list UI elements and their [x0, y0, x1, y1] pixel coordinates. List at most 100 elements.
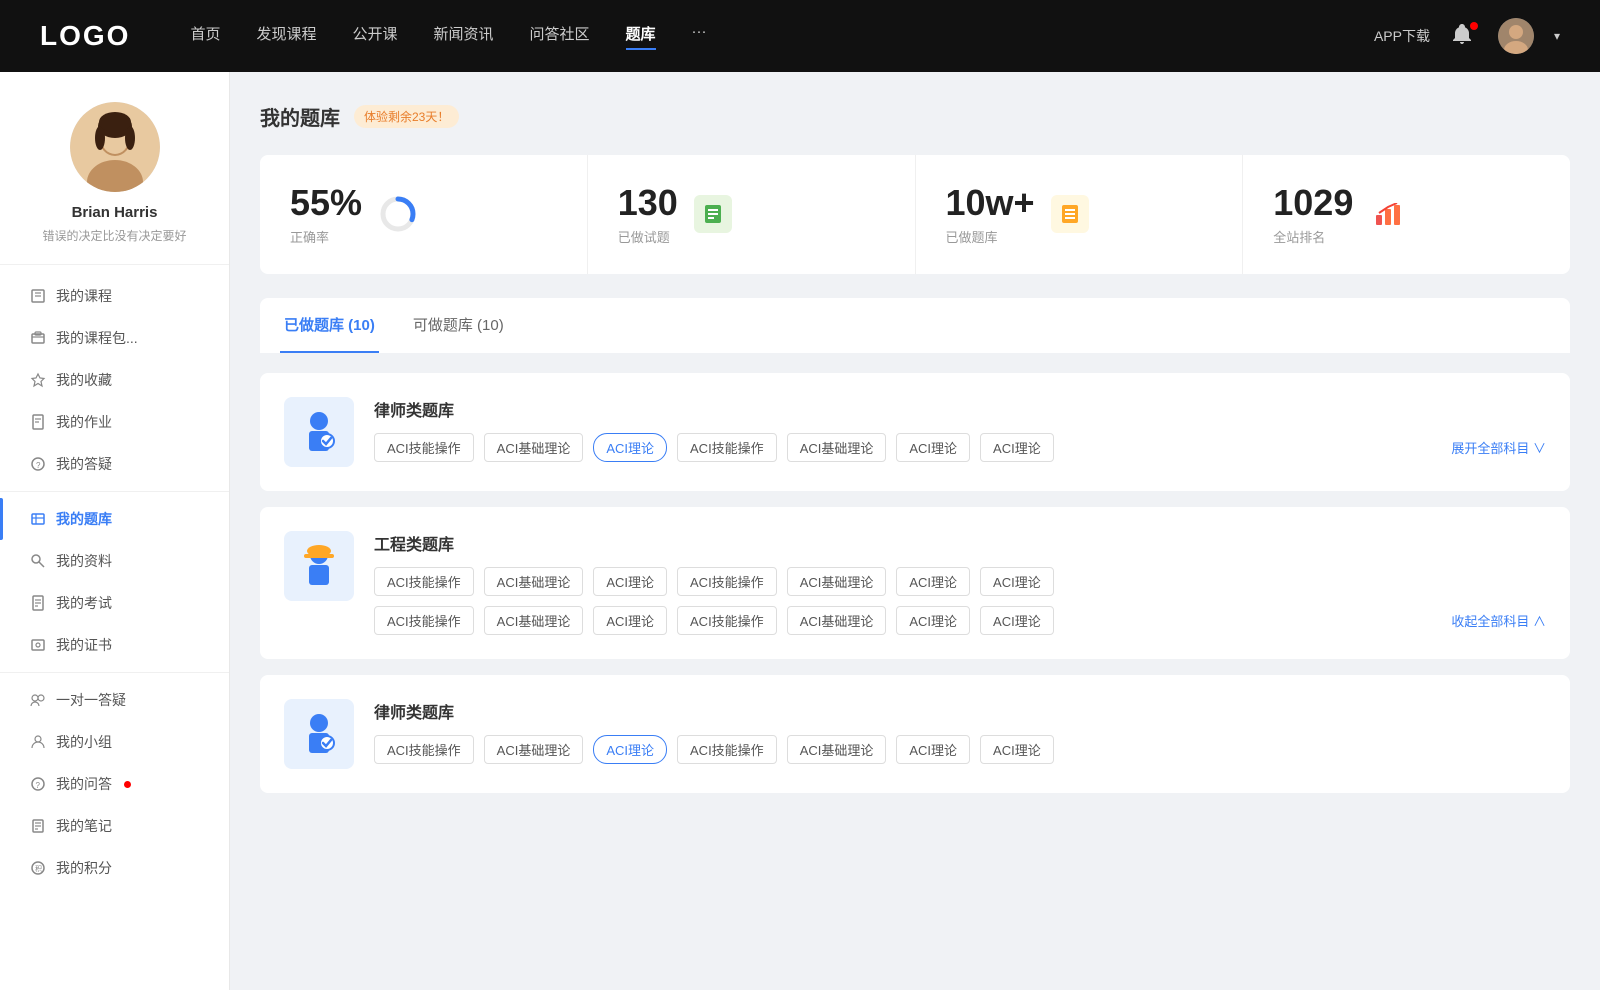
profile-motto: 错误的决定比没有决定要好 — [42, 227, 186, 244]
qbank-tags-2-row2: ACI技能操作 ACI基础理论 ACI理论 ACI技能操作 ACI基础理论 AC… — [374, 606, 1546, 635]
tag-2-6[interactable]: ACI理论 — [896, 567, 970, 596]
sidebar-item-my-qa[interactable]: ? 我的答疑 — [0, 443, 229, 485]
tag-2-1[interactable]: ACI技能操作 — [374, 567, 474, 596]
star-icon — [30, 372, 46, 388]
bank-icon — [30, 511, 46, 527]
qbank-icon-lawyer-2 — [284, 699, 354, 769]
tag-2-8[interactable]: ACI技能操作 — [374, 606, 474, 635]
sidebar-item-my-cert[interactable]: 我的证书 — [0, 624, 229, 666]
sidebar-item-my-score[interactable]: 积 我的积分 — [0, 847, 229, 889]
tag-3-5[interactable]: ACI基础理论 — [787, 735, 887, 764]
tag-2-3[interactable]: ACI理论 — [593, 567, 667, 596]
qbank-title-1: 律师类题库 — [374, 397, 1546, 421]
question-list-icon — [694, 195, 732, 233]
logo[interactable]: LOGO — [40, 20, 130, 52]
tag-1-1[interactable]: ACI技能操作 — [374, 433, 474, 462]
tag-3-3[interactable]: ACI理论 — [593, 735, 667, 764]
tag-2-13[interactable]: ACI理论 — [896, 606, 970, 635]
nav-item-discover[interactable]: 发现课程 — [256, 23, 316, 50]
tag-1-5[interactable]: ACI基础理论 — [787, 433, 887, 462]
page-header: 我的题库 体验剩余23天！ — [260, 102, 1570, 131]
sidebar-divider-2 — [0, 672, 229, 673]
tag-3-1[interactable]: ACI技能操作 — [374, 735, 474, 764]
sidebar-item-my-question[interactable]: ? 我的问答 — [0, 763, 229, 805]
profile-name: Brian Harris — [72, 204, 158, 221]
sidebar-item-my-note[interactable]: 我的笔记 — [0, 805, 229, 847]
collapse-link-2[interactable]: 收起全部科目 ∧ — [1451, 611, 1546, 630]
sidebar-item-my-exam[interactable]: 我的考试 — [0, 582, 229, 624]
sidebar-item-my-favorite[interactable]: 我的收藏 — [0, 359, 229, 401]
qbank-header-2: 工程类题库 ACI技能操作 ACI基础理论 ACI理论 ACI技能操作 ACI基… — [284, 531, 1546, 635]
nav-item-more[interactable]: ··· — [692, 23, 707, 50]
tag-1-6[interactable]: ACI理论 — [896, 433, 970, 462]
svg-text:积: 积 — [35, 864, 42, 873]
stat-correct-rate: 55% 正确率 — [260, 155, 588, 274]
sidebar-item-one-on-one[interactable]: 一对一答疑 — [0, 679, 229, 721]
nav-item-qa[interactable]: 问答社区 — [530, 23, 590, 50]
tab-available-banks[interactable]: 可做题库 (10) — [409, 298, 508, 353]
nav-item-home[interactable]: 首页 — [190, 23, 220, 50]
tag-1-4[interactable]: ACI技能操作 — [677, 433, 777, 462]
cert-icon — [30, 637, 46, 653]
tag-2-10[interactable]: ACI理论 — [593, 606, 667, 635]
sidebar-item-my-bank[interactable]: 我的题库 — [0, 498, 229, 540]
svg-text:?: ? — [36, 461, 41, 470]
tag-2-14[interactable]: ACI理论 — [980, 606, 1054, 635]
tag-2-9[interactable]: ACI基础理论 — [484, 606, 584, 635]
stat-done-banks: 10w+ 已做题库 — [916, 155, 1244, 274]
tag-3-6[interactable]: ACI理论 — [896, 735, 970, 764]
tab-done-banks[interactable]: 已做题库 (10) — [280, 298, 379, 353]
sidebar-item-my-group[interactable]: 我的小组 — [0, 721, 229, 763]
avatar[interactable] — [1498, 18, 1534, 54]
bar-chart-icon — [1369, 195, 1407, 233]
tag-1-3[interactable]: ACI理论 — [593, 433, 667, 462]
qbank-info-3: 律师类题库 ACI技能操作 ACI基础理论 ACI理论 ACI技能操作 ACI基… — [374, 699, 1546, 764]
nav-item-open[interactable]: 公开课 — [352, 23, 397, 50]
tag-3-7[interactable]: ACI理论 — [980, 735, 1054, 764]
sidebar-item-my-package[interactable]: 我的课程包... — [0, 317, 229, 359]
stat-value-rank: 1029 — [1273, 183, 1353, 223]
bank-list-icon — [1051, 195, 1089, 233]
tag-2-4[interactable]: ACI技能操作 — [677, 567, 777, 596]
group-icon — [30, 734, 46, 750]
qbank-header-3: 律师类题库 ACI技能操作 ACI基础理论 ACI理论 ACI技能操作 ACI基… — [284, 699, 1546, 769]
expand-link-1[interactable]: 展开全部科目 ∨ — [1451, 438, 1546, 457]
question-icon: ? — [30, 456, 46, 472]
tag-2-11[interactable]: ACI技能操作 — [677, 606, 777, 635]
tag-1-2[interactable]: ACI基础理论 — [484, 433, 584, 462]
qbank-tags-2-row1: ACI技能操作 ACI基础理论 ACI理论 ACI技能操作 ACI基础理论 AC… — [374, 567, 1546, 596]
package-icon — [30, 330, 46, 346]
profile-section: Brian Harris 错误的决定比没有决定要好 — [0, 72, 229, 265]
navbar: LOGO 首页 发现课程 公开课 新闻资讯 问答社区 题库 ··· APP下载 … — [0, 0, 1600, 72]
qbank-icon-engineer — [284, 531, 354, 601]
qbank-title-2: 工程类题库 — [374, 531, 1546, 555]
stat-label-correct: 正确率 — [290, 227, 362, 246]
qbank-info-1: 律师类题库 ACI技能操作 ACI基础理论 ACI理论 ACI技能操作 ACI基… — [374, 397, 1546, 462]
tag-2-12[interactable]: ACI基础理论 — [787, 606, 887, 635]
note-icon — [30, 818, 46, 834]
app-download-button[interactable]: APP下载 — [1374, 26, 1430, 46]
nav-menu: 首页 发现课程 公开课 新闻资讯 问答社区 题库 ··· — [190, 23, 706, 50]
qbank-tags-1: ACI技能操作 ACI基础理论 ACI理论 ACI技能操作 ACI基础理论 AC… — [374, 433, 1546, 462]
nav-item-news[interactable]: 新闻资讯 — [434, 23, 494, 50]
tag-3-2[interactable]: ACI基础理论 — [484, 735, 584, 764]
sidebar-item-my-homework[interactable]: 我的作业 — [0, 401, 229, 443]
tag-2-2[interactable]: ACI基础理论 — [484, 567, 584, 596]
qbank-info-2: 工程类题库 ACI技能操作 ACI基础理论 ACI理论 ACI技能操作 ACI基… — [374, 531, 1546, 635]
notification-bell[interactable] — [1450, 22, 1478, 50]
sidebar-item-my-course[interactable]: 我的课程 — [0, 275, 229, 317]
tag-3-4[interactable]: ACI技能操作 — [677, 735, 777, 764]
qbank-icon-lawyer — [284, 397, 354, 467]
main-content: 我的题库 体验剩余23天！ 55% 正确率 — [230, 72, 1600, 990]
tag-2-7[interactable]: ACI理论 — [980, 567, 1054, 596]
chevron-down-icon[interactable]: ▾ — [1554, 29, 1560, 43]
profile-avatar-image — [70, 102, 160, 192]
engineer-svg-icon — [294, 541, 344, 591]
tag-1-7[interactable]: ACI理论 — [980, 433, 1054, 462]
tag-2-5[interactable]: ACI基础理论 — [787, 567, 887, 596]
tab-bar: 已做题库 (10) 可做题库 (10) — [260, 298, 1570, 353]
qa-badge — [124, 781, 131, 788]
nav-item-bank[interactable]: 题库 — [626, 23, 656, 50]
donut-chart-icon — [378, 194, 418, 234]
sidebar-item-my-data[interactable]: 我的资料 — [0, 540, 229, 582]
